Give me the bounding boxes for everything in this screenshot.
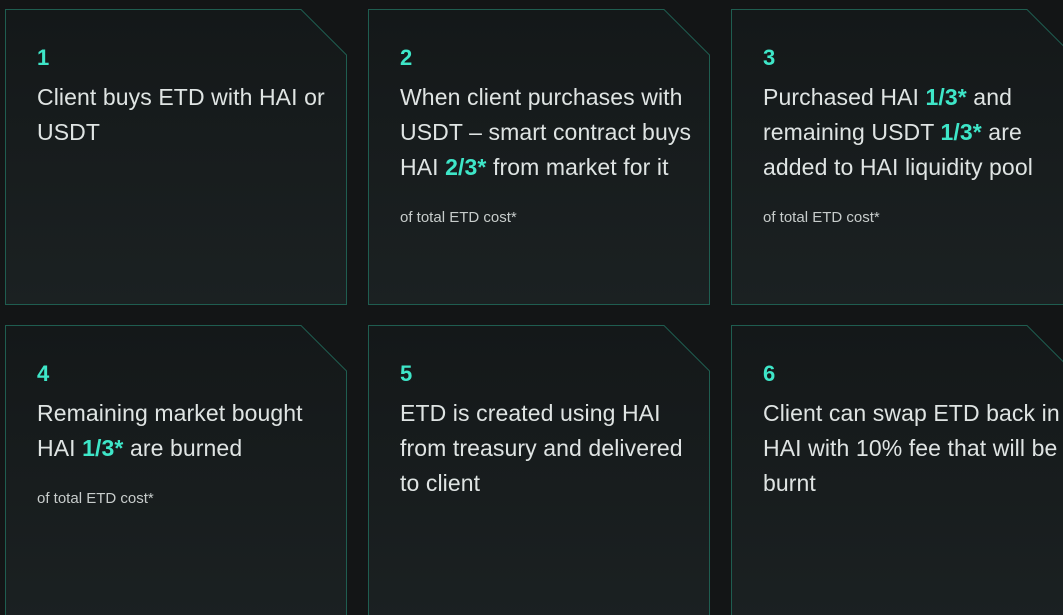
step-card-6: 6 Client can swap ETD back in HAI with 1… <box>731 325 1063 615</box>
step-card-5: 5 ETD is created using HAI from treasury… <box>368 325 710 615</box>
step-text: Purchased HAI <box>763 84 926 110</box>
step-number: 6 <box>763 361 776 386</box>
step-text: Client can swap ETD back in HAI with 10%… <box>763 400 1060 496</box>
step-description: Client buys ETD with HAI or USDT <box>37 80 335 150</box>
step-description: Purchased HAI 1/3* and remaining USDT 1/… <box>763 80 1061 185</box>
step-card-4: 4 Remaining market bought HAI 1/3* are b… <box>5 325 347 615</box>
steps-grid: 1 Client buys ETD with HAI or USDT 2 Whe… <box>0 0 1063 615</box>
step-number: 5 <box>400 361 413 386</box>
step-card-1: 1 Client buys ETD with HAI or USDT <box>5 9 347 305</box>
fraction-highlight: 1/3* <box>925 84 967 110</box>
step-description: Remaining market bought HAI 1/3* are bur… <box>37 396 335 466</box>
step-footnote: of total ETD cost* <box>400 209 517 226</box>
step-footnote: of total ETD cost* <box>763 209 880 226</box>
step-text: Client buys ETD with HAI or USDT <box>37 84 325 145</box>
step-text: ETD is created using HAI from treasury a… <box>400 400 683 496</box>
step-number: 4 <box>37 361 50 386</box>
step-number: 2 <box>400 45 413 70</box>
step-footnote: of total ETD cost* <box>37 490 154 507</box>
fraction-highlight: 2/3* <box>445 154 487 180</box>
step-description: When client purchases with USDT – smart … <box>400 80 698 185</box>
step-card-2: 2 When client purchases with USDT – smar… <box>368 9 710 305</box>
step-description: Client can swap ETD back in HAI with 10%… <box>763 396 1061 501</box>
step-number: 1 <box>37 45 50 70</box>
step-text: from market for it <box>486 154 669 180</box>
fraction-highlight: 1/3* <box>82 435 124 461</box>
step-number: 3 <box>763 45 776 70</box>
step-text: are burned <box>123 435 243 461</box>
fraction-highlight: 1/3* <box>940 119 982 145</box>
step-description: ETD is created using HAI from treasury a… <box>400 396 698 501</box>
step-card-3: 3 Purchased HAI 1/3* and remaining USDT … <box>731 9 1063 305</box>
